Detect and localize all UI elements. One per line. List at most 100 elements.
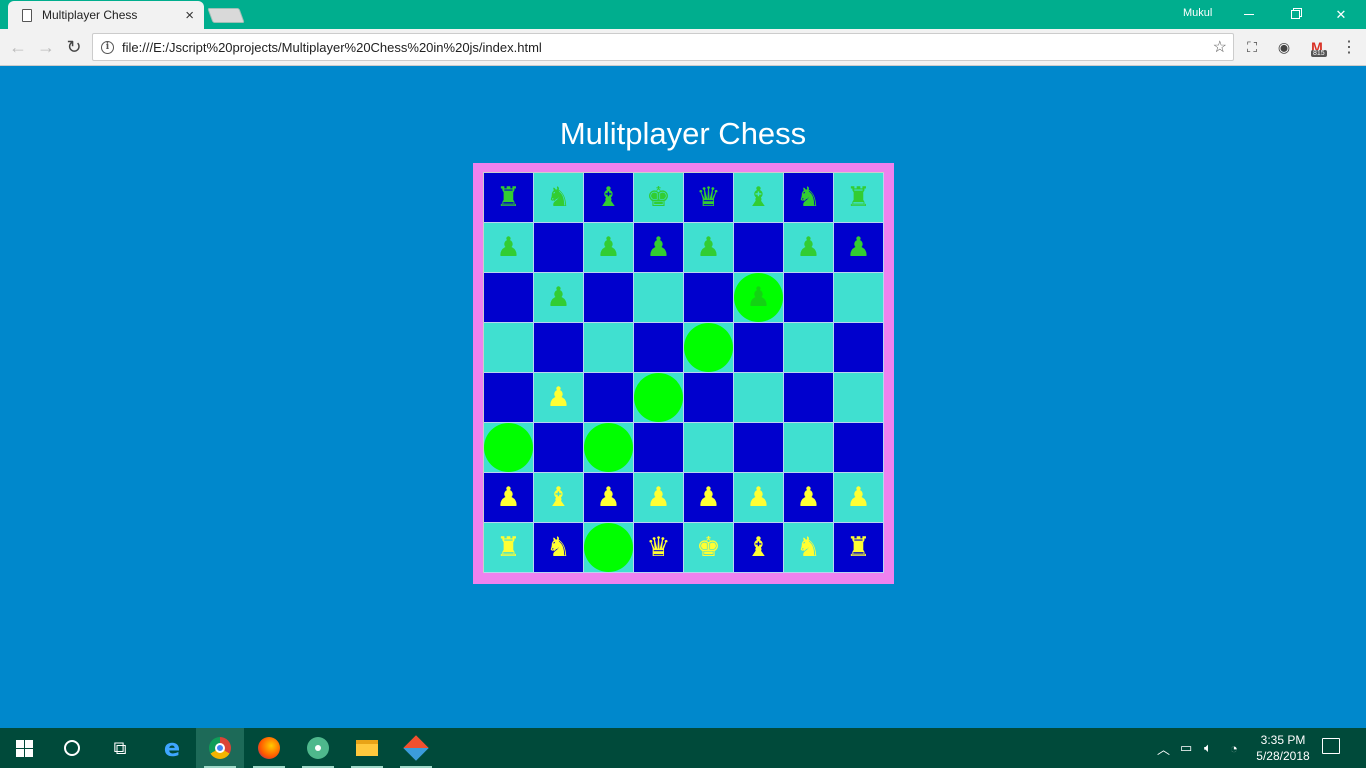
- chess-piece[interactable]: ♛: [696, 184, 720, 211]
- board-square[interactable]: ♟: [534, 273, 584, 323]
- show-hidden-icons-button[interactable]: ︿: [1157, 728, 1171, 768]
- board-square[interactable]: ♝: [734, 173, 784, 223]
- eye-extension-icon[interactable]: ◉: [1273, 37, 1295, 57]
- chess-piece[interactable]: ♟: [546, 384, 570, 411]
- board-square[interactable]: ♟: [784, 473, 834, 523]
- forward-button[interactable]: →: [34, 36, 58, 58]
- cortana-button[interactable]: [48, 728, 96, 768]
- chess-piece[interactable]: ♟: [796, 484, 820, 511]
- board-square[interactable]: [784, 373, 834, 423]
- board-square[interactable]: [534, 223, 584, 273]
- board-square[interactable]: ♟: [584, 473, 634, 523]
- board-square[interactable]: [834, 373, 884, 423]
- board-square[interactable]: ♜: [484, 523, 534, 573]
- board-square[interactable]: [534, 423, 584, 473]
- wifi-icon[interactable]: ◔: [1230, 728, 1248, 768]
- new-tab-button[interactable]: [207, 8, 245, 23]
- screenshot-extension-icon[interactable]: ⛶: [1241, 37, 1263, 57]
- board-square[interactable]: ♟: [834, 223, 884, 273]
- board-square[interactable]: [634, 373, 684, 423]
- board-square[interactable]: [484, 323, 534, 373]
- info-icon[interactable]: i: [101, 40, 114, 54]
- board-square[interactable]: ♚: [684, 523, 734, 573]
- bookmark-star-icon[interactable]: ☆: [1213, 37, 1227, 57]
- board-square[interactable]: [684, 273, 734, 323]
- system-clock[interactable]: 3:35 PM 5/28/2018: [1250, 732, 1316, 764]
- menu-kebab-icon[interactable]: ⋮: [1338, 37, 1360, 57]
- address-bar[interactable]: i file:///E:/Jscript%20projects/Multipla…: [92, 33, 1234, 61]
- chess-piece[interactable]: ♟: [596, 234, 620, 261]
- board-square[interactable]: ♝: [734, 523, 784, 573]
- board-square[interactable]: [684, 373, 734, 423]
- board-square[interactable]: ♟: [484, 223, 534, 273]
- chess-piece[interactable]: ♟: [646, 234, 670, 261]
- chess-piece[interactable]: ♟: [846, 484, 870, 511]
- chess-piece[interactable]: ♟: [696, 484, 720, 511]
- board-square[interactable]: ♟: [734, 473, 784, 523]
- board-square[interactable]: ♞: [784, 523, 834, 573]
- chess-piece[interactable]: ♞: [546, 534, 570, 561]
- chess-piece[interactable]: ♟: [746, 284, 770, 311]
- board-square[interactable]: [834, 323, 884, 373]
- board-square[interactable]: [684, 323, 734, 373]
- board-square[interactable]: [584, 523, 634, 573]
- board-square[interactable]: [834, 423, 884, 473]
- board-square[interactable]: [584, 323, 634, 373]
- reload-button[interactable]: ↻: [62, 36, 86, 58]
- board-square[interactable]: [634, 423, 684, 473]
- chess-piece[interactable]: ♜: [496, 184, 520, 211]
- chess-piece[interactable]: ♟: [746, 484, 770, 511]
- chrome-taskbar-button[interactable]: [196, 728, 244, 768]
- start-button[interactable]: [0, 728, 48, 768]
- board-square[interactable]: ♟: [734, 273, 784, 323]
- board-square[interactable]: [734, 323, 784, 373]
- chess-piece[interactable]: ♟: [596, 484, 620, 511]
- chess-piece[interactable]: ♝: [596, 184, 620, 211]
- board-square[interactable]: ♝: [534, 473, 584, 523]
- url-text[interactable]: file:///E:/Jscript%20projects/Multiplaye…: [122, 40, 1213, 55]
- chess-piece[interactable]: ♟: [696, 234, 720, 261]
- board-square[interactable]: [484, 373, 534, 423]
- power-icon[interactable]: ▭: [1180, 728, 1198, 768]
- board-square[interactable]: [634, 273, 684, 323]
- browser-tab[interactable]: Multiplayer Chess ×: [8, 1, 204, 29]
- chess-piece[interactable]: ♝: [746, 534, 770, 561]
- board-square[interactable]: ♟: [684, 223, 734, 273]
- chess-piece[interactable]: ♜: [496, 534, 520, 561]
- board-square[interactable]: ♟: [684, 473, 734, 523]
- board-square[interactable]: [784, 323, 834, 373]
- board-square[interactable]: ♞: [534, 523, 584, 573]
- board-square[interactable]: [584, 273, 634, 323]
- git-taskbar-button[interactable]: [392, 728, 440, 768]
- file-explorer-taskbar-button[interactable]: [343, 728, 391, 768]
- board-square[interactable]: [684, 423, 734, 473]
- profile-name[interactable]: Mukul: [1183, 7, 1212, 19]
- restore-button[interactable]: [1272, 0, 1318, 29]
- chess-piece[interactable]: ♚: [696, 534, 720, 561]
- move-marker[interactable]: [484, 423, 533, 472]
- chess-piece[interactable]: ♜: [846, 534, 870, 561]
- board-square[interactable]: [534, 323, 584, 373]
- chess-piece[interactable]: ♞: [546, 184, 570, 211]
- board-square[interactable]: ♟: [834, 473, 884, 523]
- atom-taskbar-button[interactable]: [294, 728, 342, 768]
- board-square[interactable]: [784, 423, 834, 473]
- board-square[interactable]: [484, 423, 534, 473]
- chess-piece[interactable]: ♟: [496, 484, 520, 511]
- board-square[interactable]: ♟: [534, 373, 584, 423]
- back-button[interactable]: ←: [6, 36, 30, 58]
- board-square[interactable]: ♜: [834, 173, 884, 223]
- board-square[interactable]: ♚: [634, 173, 684, 223]
- chess-piece[interactable]: ♟: [646, 484, 670, 511]
- chess-piece[interactable]: ♟: [846, 234, 870, 261]
- board-square[interactable]: ♜: [484, 173, 534, 223]
- board-square[interactable]: ♛: [684, 173, 734, 223]
- move-marker[interactable]: [634, 373, 683, 422]
- edge-taskbar-button[interactable]: e: [148, 728, 196, 768]
- chess-piece[interactable]: ♝: [746, 184, 770, 211]
- board-square[interactable]: [734, 423, 784, 473]
- chess-piece[interactable]: ♝: [546, 484, 570, 511]
- chess-piece[interactable]: ♞: [796, 534, 820, 561]
- board-square[interactable]: [734, 373, 784, 423]
- notification-center-icon[interactable]: [1322, 738, 1340, 754]
